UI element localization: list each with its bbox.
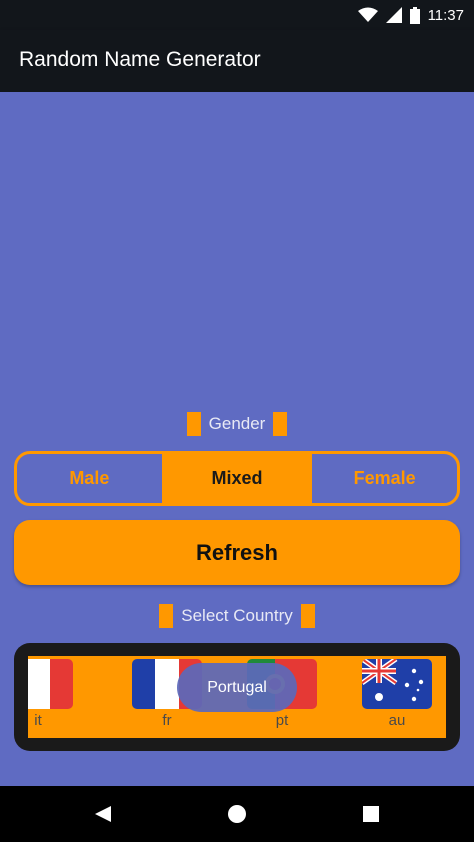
app-bar: Random Name Generator bbox=[0, 30, 474, 92]
wifi-icon bbox=[357, 7, 378, 22]
status-time: 11:37 bbox=[427, 6, 464, 24]
gender-label: Gender bbox=[0, 412, 474, 436]
main-content: Gender Male Mixed Female Refresh Select … bbox=[0, 92, 474, 786]
status-icons: 11:37 bbox=[357, 6, 464, 24]
navigation-bar bbox=[0, 786, 474, 842]
italy-flag-icon bbox=[28, 659, 73, 709]
app-title: Random Name Generator bbox=[19, 48, 261, 71]
label-marker-right bbox=[273, 412, 288, 436]
label-marker-left bbox=[186, 412, 201, 436]
battery-icon bbox=[409, 6, 420, 24]
gender-male-button[interactable]: Male bbox=[17, 454, 162, 503]
country-code: fr bbox=[162, 712, 172, 729]
gender-toggle: Male Mixed Female bbox=[14, 451, 460, 506]
country-label-text: Select Country bbox=[181, 606, 293, 625]
country-code: au bbox=[388, 712, 406, 729]
country-label: Select Country bbox=[0, 604, 474, 628]
recents-icon[interactable] bbox=[361, 804, 381, 824]
country-item-au[interactable]: au bbox=[352, 656, 442, 738]
gender-label-text: Gender bbox=[208, 414, 266, 433]
gender-mixed-button[interactable]: Mixed bbox=[161, 454, 310, 503]
toast-message: Portugal bbox=[177, 663, 297, 712]
refresh-button[interactable]: Refresh bbox=[14, 520, 460, 585]
gender-female-button[interactable]: Female bbox=[309, 454, 457, 503]
label-marker-right bbox=[300, 604, 315, 628]
status-bar: 11:37 bbox=[0, 0, 474, 30]
home-icon[interactable] bbox=[227, 804, 247, 824]
australia-flag-icon bbox=[362, 659, 432, 709]
back-icon[interactable] bbox=[93, 804, 113, 824]
signal-icon bbox=[385, 7, 402, 23]
country-code: pt bbox=[275, 712, 289, 729]
label-marker-left bbox=[159, 604, 174, 628]
country-item-it[interactable]: it bbox=[28, 656, 83, 738]
country-code: it bbox=[34, 712, 42, 729]
